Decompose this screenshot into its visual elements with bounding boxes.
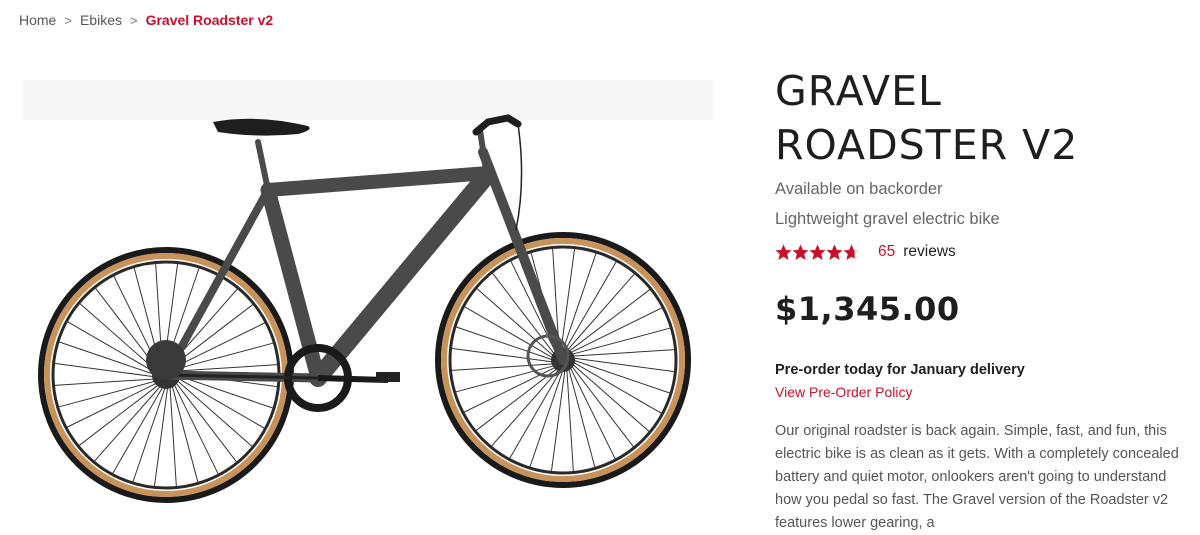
product-title: GRAVEL ROADSTER V2 <box>775 67 1079 169</box>
handlebar <box>472 114 522 136</box>
review-label: reviews <box>903 243 956 260</box>
breadcrumb: Home > Ebikes > Gravel Roadster v2 <box>19 12 273 28</box>
star-icon <box>826 244 843 260</box>
breadcrumb-home-link[interactable]: Home <box>19 12 56 28</box>
rating-stars[interactable] <box>775 244 860 261</box>
product-info: GRAVEL ROADSTER V2 Available on backorde… <box>775 64 1185 535</box>
breadcrumb-current: Gravel Roadster v2 <box>145 12 274 28</box>
product-price: $1,345.00 <box>775 290 960 328</box>
stock-status: Available on backorder <box>775 180 943 198</box>
breadcrumb-ebikes-link[interactable]: Ebikes <box>80 12 122 28</box>
breadcrumb-separator: > <box>129 12 138 28</box>
review-count-link[interactable]: 65 <box>878 243 895 261</box>
breadcrumb-separator: > <box>64 12 72 28</box>
preorder-note: Pre-order today for January delivery <box>775 362 1025 378</box>
product-subtitle: Lightweight gravel electric bike <box>775 210 1000 228</box>
bike-photo <box>23 80 713 503</box>
star-icon <box>792 244 809 260</box>
product-rating: 65 reviews <box>775 242 1185 262</box>
saddle <box>213 118 310 136</box>
preorder-policy-link[interactable]: View Pre-Order Policy <box>775 384 1185 400</box>
star-icon <box>843 244 860 260</box>
star-icon <box>809 244 826 260</box>
product-image[interactable] <box>18 60 718 504</box>
star-icon <box>775 244 792 260</box>
product-description: Our original roadster is back again. Sim… <box>775 423 1179 531</box>
